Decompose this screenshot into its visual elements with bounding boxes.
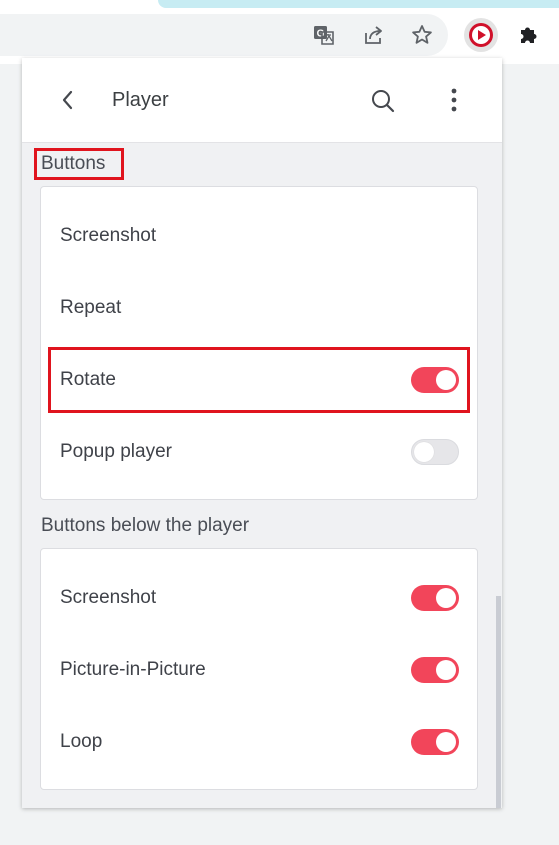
share-icon[interactable] <box>357 18 391 52</box>
setting-row-screenshot[interactable]: Screenshot <box>41 562 477 634</box>
buttons-card: Screenshot Repeat Rotate Popup player <box>40 186 478 500</box>
search-button[interactable] <box>368 86 398 116</box>
search-icon <box>372 90 395 113</box>
puzzle-icon[interactable] <box>512 18 546 52</box>
setting-row-loop[interactable]: Loop <box>41 706 477 778</box>
extension-player-icon[interactable] <box>464 18 498 52</box>
loop-toggle[interactable] <box>411 729 459 755</box>
toggle-knob <box>436 660 456 680</box>
toggle-knob <box>436 588 456 608</box>
pip-toggle[interactable] <box>411 657 459 683</box>
toggle-knob <box>436 732 456 752</box>
below-player-card: Screenshot Picture-in-Picture Loop <box>40 548 478 790</box>
chevron-left-icon <box>62 90 73 110</box>
section-title-buttons: Buttons <box>41 153 106 174</box>
extension-popup: Player Buttons Screenshot Repeat Rotate <box>22 58 502 808</box>
tab-strip <box>158 0 559 8</box>
browser-toolbar: G <box>0 0 559 64</box>
screenshot-toggle[interactable] <box>411 585 459 611</box>
setting-label: Repeat <box>60 297 122 318</box>
toggle-knob <box>414 442 434 462</box>
translate-icon[interactable]: G <box>307 18 341 52</box>
popup-header: Player <box>22 58 502 143</box>
setting-row-picture-in-picture[interactable]: Picture-in-Picture <box>41 634 477 706</box>
row-highlight <box>48 347 470 413</box>
setting-row-screenshot[interactable]: Screenshot <box>41 200 477 272</box>
page-title: Player <box>112 89 169 111</box>
section-title-below-player: Buttons below the player <box>41 515 250 536</box>
setting-label: Picture-in-Picture <box>60 659 206 680</box>
bookmark-star-icon[interactable] <box>405 18 439 52</box>
popup-player-toggle[interactable] <box>411 439 459 465</box>
setting-row-repeat[interactable]: Repeat <box>41 272 477 344</box>
svg-text:G: G <box>317 29 325 40</box>
scrollbar-thumb[interactable] <box>496 596 501 808</box>
setting-label: Screenshot <box>60 225 157 246</box>
setting-label: Loop <box>60 731 103 752</box>
setting-label: Popup player <box>60 441 172 462</box>
setting-label: Screenshot <box>60 587 157 608</box>
back-button[interactable] <box>54 86 82 114</box>
setting-row-popup-player[interactable]: Popup player <box>41 416 477 488</box>
more-vert-icon <box>451 88 457 112</box>
more-options-button[interactable] <box>440 84 468 116</box>
